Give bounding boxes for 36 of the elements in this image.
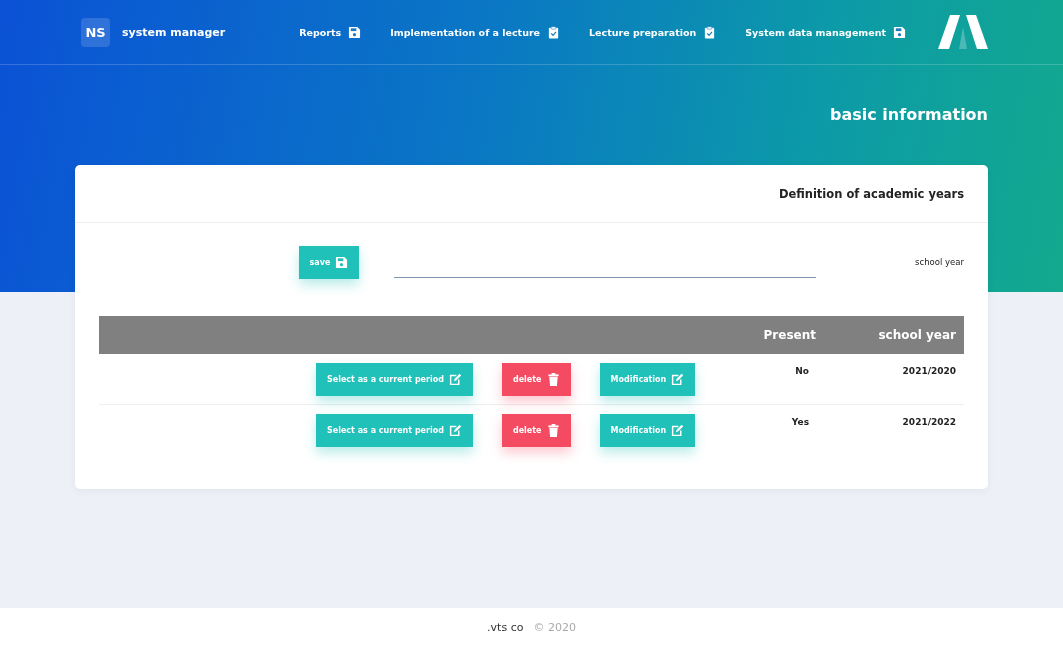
edit-icon <box>671 373 685 386</box>
save-icon <box>893 25 906 39</box>
trash-icon <box>546 373 560 386</box>
select-period-button[interactable]: Select as a current period <box>316 363 473 396</box>
modification-button[interactable]: Modification <box>599 414 696 447</box>
clipboard-check-icon <box>703 25 717 39</box>
table-cell-text: Yes <box>790 416 810 427</box>
copyright-text: © 2020 <box>533 620 576 634</box>
nav-link[interactable]: System data management <box>745 25 906 39</box>
trash-icon <box>546 424 560 437</box>
logo-icon <box>938 15 988 49</box>
clipboard-check-icon <box>547 25 561 39</box>
table-cell-text: 2021/2022 <box>901 416 957 427</box>
brand-name: system manager <box>122 25 226 39</box>
delete-button[interactable]: delete <box>501 414 571 447</box>
card-title: Definition of academic years <box>778 186 964 201</box>
brand-initials: NS <box>81 17 110 47</box>
table-cell-text: No <box>794 365 810 376</box>
save-icon <box>335 256 349 269</box>
page-title: basic information <box>830 105 988 124</box>
nav-link[interactable]: Implementation of a lecture <box>390 25 561 39</box>
edit-icon <box>671 424 685 437</box>
table-cell-text: 2021/2020 <box>901 365 957 376</box>
delete-button[interactable]: delete <box>501 363 571 396</box>
field-label: school year <box>915 257 964 267</box>
nav-link[interactable]: Reports <box>299 25 362 39</box>
save-icon <box>348 25 362 39</box>
column-header: Present <box>762 328 817 342</box>
modification-button[interactable]: Modification <box>599 363 696 396</box>
select-period-button[interactable]: Select as a current period <box>316 414 473 447</box>
company-name: .vts co <box>487 620 524 634</box>
edit-icon <box>448 424 462 437</box>
save-button[interactable]: save <box>299 246 359 279</box>
edit-icon <box>448 373 462 386</box>
nav-link[interactable]: Lecture preparation <box>589 25 717 39</box>
column-header: school year <box>877 328 957 342</box>
